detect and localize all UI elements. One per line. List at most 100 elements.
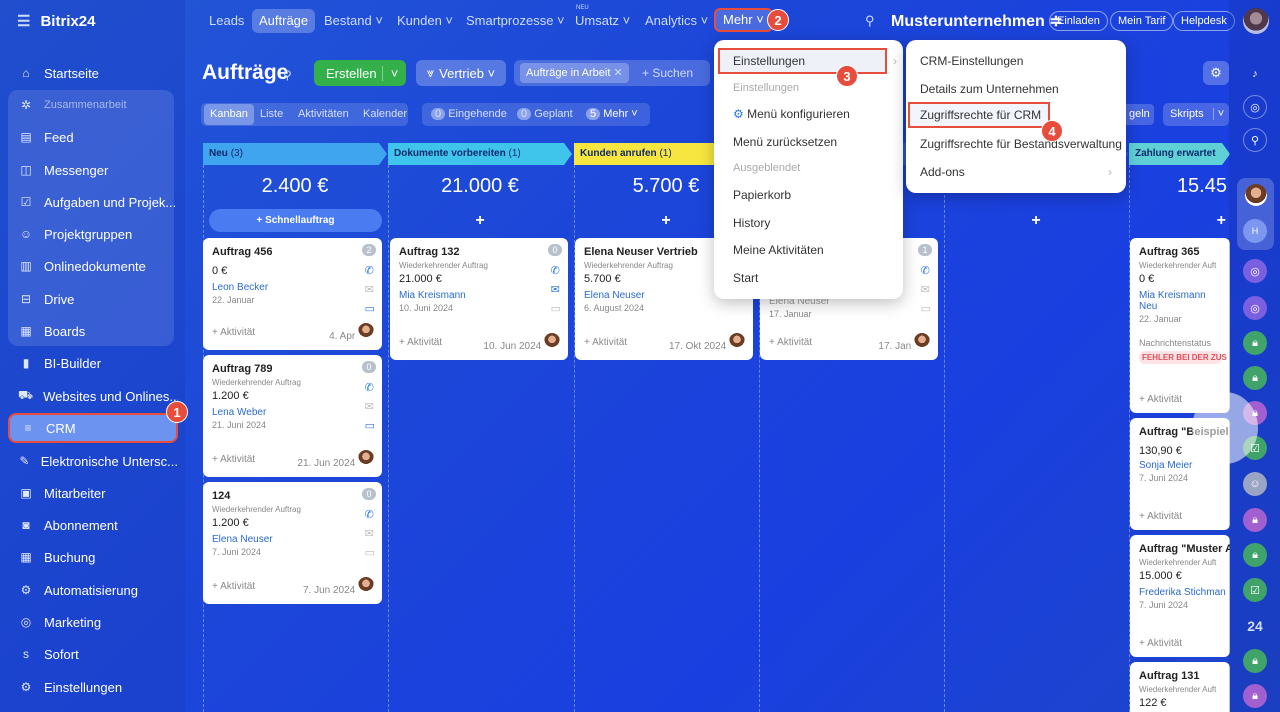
lock-icon[interactable]: 🔒︎ — [1243, 649, 1267, 673]
rules-button[interactable]: geln — [1125, 104, 1154, 125]
mail-icon[interactable]: ✉ — [365, 283, 375, 296]
sidebar-item-16[interactable]: ⚙ Automatisierung — [8, 575, 178, 605]
sidebar-item-15[interactable]: ▦ Buchung — [8, 542, 178, 572]
menu-item-crm-settings[interactable]: CRM-Einstellungen — [906, 48, 1126, 74]
mail-icon[interactable]: ✉ — [921, 283, 931, 296]
add-card-button[interactable]: + — [946, 212, 1126, 230]
phone-icon[interactable]: ✆ — [551, 264, 561, 277]
add-activity-link[interactable]: + Aktivität — [1139, 394, 1182, 405]
avatar[interactable] — [1245, 184, 1267, 206]
deal-card[interactable]: Auftrag 456 0 € Leon Becker 22. Januar 2… — [203, 238, 382, 350]
chat-icon[interactable]: ▭ — [365, 302, 375, 315]
mail-icon[interactable]: ✉ — [551, 283, 561, 296]
deal-card[interactable]: Auftrag "Muster A Wiederkehrender Auft 1… — [1130, 535, 1230, 657]
phone-icon[interactable]: ✆ — [365, 508, 375, 521]
lock-icon[interactable]: 🔒︎ — [1243, 543, 1267, 567]
phone-icon[interactable]: ✆ — [921, 264, 931, 277]
sidebar-item-9[interactable]: ▮ BI-Builder — [8, 348, 178, 378]
lock-icon[interactable]: 🔒︎ — [1243, 684, 1267, 708]
counter-eingehende[interactable]: 0 Eingehende — [425, 104, 513, 125]
search-icon[interactable]: ⚲ — [865, 13, 875, 29]
menu-item-inventory-permissions[interactable]: Zugriffsrechte für Bestandsverwaltung — [906, 131, 1126, 157]
chat-icon[interactable]: ▭ — [365, 546, 375, 559]
menu-item-meine-aktivitaeten[interactable]: Meine Aktivitäten — [714, 237, 903, 263]
pipeline-select[interactable]: ⩔ Vertrieb ˅ — [416, 60, 506, 86]
close-icon[interactable]: ✕ — [613, 67, 622, 79]
topmenu-analytics[interactable]: Analytics ˅ — [638, 9, 715, 33]
menu-item-addons[interactable]: Add-ons › — [906, 159, 1126, 185]
chat-icon[interactable]: ▭ — [921, 302, 931, 315]
topmenu-leads[interactable]: Leads — [202, 9, 251, 33]
counter-mehr[interactable]: 5 Mehr ˅ — [580, 104, 644, 125]
bitrix24-icon[interactable]: 24 — [1243, 614, 1267, 638]
tab-kalender[interactable]: Kalender — [357, 104, 413, 125]
search-chat-icon[interactable]: ⚲ — [1243, 128, 1267, 152]
filter-tag[interactable]: Aufträge in Arbeit ✕ — [520, 63, 629, 83]
add-activity-link[interactable]: + Aktivität — [399, 337, 442, 348]
search-filter[interactable]: Aufträge in Arbeit ✕ + Suchen — [514, 60, 710, 86]
logo[interactable]: ☰ Bitrix24 — [17, 12, 95, 31]
chevron-down-icon[interactable]: ˅ — [382, 65, 406, 81]
helpdesk-button[interactable]: Helpdesk — [1173, 11, 1235, 31]
add-activity-link[interactable]: + Aktivität — [769, 337, 812, 348]
add-activity-link[interactable]: + Aktivität — [212, 327, 255, 338]
menu-item-configure[interactable]: ⚙ Menü konfigurieren — [714, 101, 903, 127]
lock-icon[interactable]: 🔒︎ — [1243, 508, 1267, 532]
mail-icon[interactable]: ✉ — [365, 400, 375, 413]
invite-button[interactable]: Einladen — [1049, 11, 1108, 31]
add-activity-link[interactable]: + Aktivität — [212, 581, 255, 592]
deal-card[interactable]: Auftrag 789 Wiederkehrender Auftrag 1.20… — [203, 355, 382, 477]
sidebar-item-0[interactable]: ⌂ Startseite — [8, 58, 178, 88]
sidebar-item-10[interactable]: ⛟ Websites und Onlines... — [8, 381, 178, 411]
company-name[interactable]: Musterunternehmen ≑ — [891, 11, 1063, 31]
sidebar-item-2[interactable]: ▤ Feed — [8, 122, 178, 152]
sidebar-item-6[interactable]: ▥ Onlinedokumente — [8, 251, 178, 281]
topmenu-mehr[interactable]: Mehr ˅ — [714, 8, 773, 32]
sidebar-item-4[interactable]: ☑ Aufgaben und Projek... — [8, 187, 178, 217]
tab-aktivitaeten[interactable]: Aktivitäten — [292, 104, 355, 125]
topmenu-umsatz[interactable]: Umsatz ˅ — [568, 9, 637, 33]
create-button[interactable]: Erstellen ˅ — [314, 60, 406, 86]
sidebar-item-3[interactable]: ◫ Messenger — [8, 155, 178, 185]
menu-item-crm-permissions[interactable]: Zugriffsrechte für CRM — [908, 102, 1050, 128]
column-header[interactable]: Neu (3) — [203, 143, 387, 165]
add-card-button[interactable]: + — [1131, 212, 1226, 230]
lock-icon[interactable]: 🔒︎ — [1243, 331, 1267, 355]
avatar[interactable]: H — [1243, 219, 1267, 243]
menu-icon[interactable]: ☰ — [17, 12, 30, 30]
add-activity-link[interactable]: + Aktivität — [212, 454, 255, 465]
pin-icon[interactable]: ⚲ — [283, 68, 292, 82]
topmenu-kunden[interactable]: Kunden ˅ — [390, 9, 460, 33]
deal-card[interactable]: Auftrag 132 Wiederkehrender Auftrag 21.0… — [390, 238, 568, 360]
lock-icon[interactable]: 🔒︎ — [1243, 366, 1267, 390]
tariff-button[interactable]: Mein Tarif — [1110, 11, 1174, 31]
add-activity-link[interactable]: + Aktivität — [584, 337, 627, 348]
avatar[interactable]: ☺ — [1243, 472, 1267, 496]
column-header[interactable]: Zahlung erwartet (5) — [1129, 143, 1230, 165]
counter-geplant[interactable]: 0 Geplant — [511, 104, 579, 125]
sidebar-item-1[interactable]: ✲ Zusammenarbeit — [8, 90, 178, 120]
sidebar-item-13[interactable]: ▣ Mitarbeiter — [8, 478, 178, 508]
chat-group-icon[interactable]: ◎ — [1243, 259, 1267, 283]
quick-order-button[interactable]: + Schnellauftrag — [209, 209, 382, 232]
menu-item-start[interactable]: Start — [714, 265, 903, 291]
tab-kanban[interactable]: Kanban — [204, 104, 254, 125]
deal-card[interactable]: 124 Wiederkehrender Auftrag 1.200 € Elen… — [203, 482, 382, 604]
copilot-icon[interactable]: ◎ — [1243, 95, 1267, 119]
sidebar-item-12[interactable]: ✎ Elektronische Untersc... — [8, 446, 178, 476]
topmenu-smartprozesse[interactable]: Smartprozesse ˅ — [459, 9, 572, 33]
chat-icon[interactable]: ▭ — [365, 419, 375, 432]
sidebar-item-11[interactable]: ≡ CRM — [8, 413, 178, 443]
menu-item-company-details[interactable]: Details zum Unternehmen — [906, 76, 1126, 102]
scroll-arrow[interactable] — [1192, 392, 1258, 464]
menu-item-papierkorb[interactable]: Papierkorb — [714, 182, 903, 208]
sidebar-item-19[interactable]: ⚙ Einstellungen — [8, 672, 178, 702]
scripts-button[interactable]: Skripts ˅ — [1163, 103, 1229, 126]
bell-icon[interactable]: ♪ — [1243, 62, 1267, 86]
search-input[interactable]: + Suchen — [642, 66, 693, 80]
topmenu-auftraege[interactable]: Aufträge — [252, 9, 316, 33]
sidebar-item-8[interactable]: ▦ Boards — [8, 316, 178, 346]
phone-icon[interactable]: ✆ — [365, 264, 375, 277]
phone-icon[interactable]: ✆ — [365, 381, 375, 394]
menu-item-history[interactable]: History — [714, 210, 903, 236]
